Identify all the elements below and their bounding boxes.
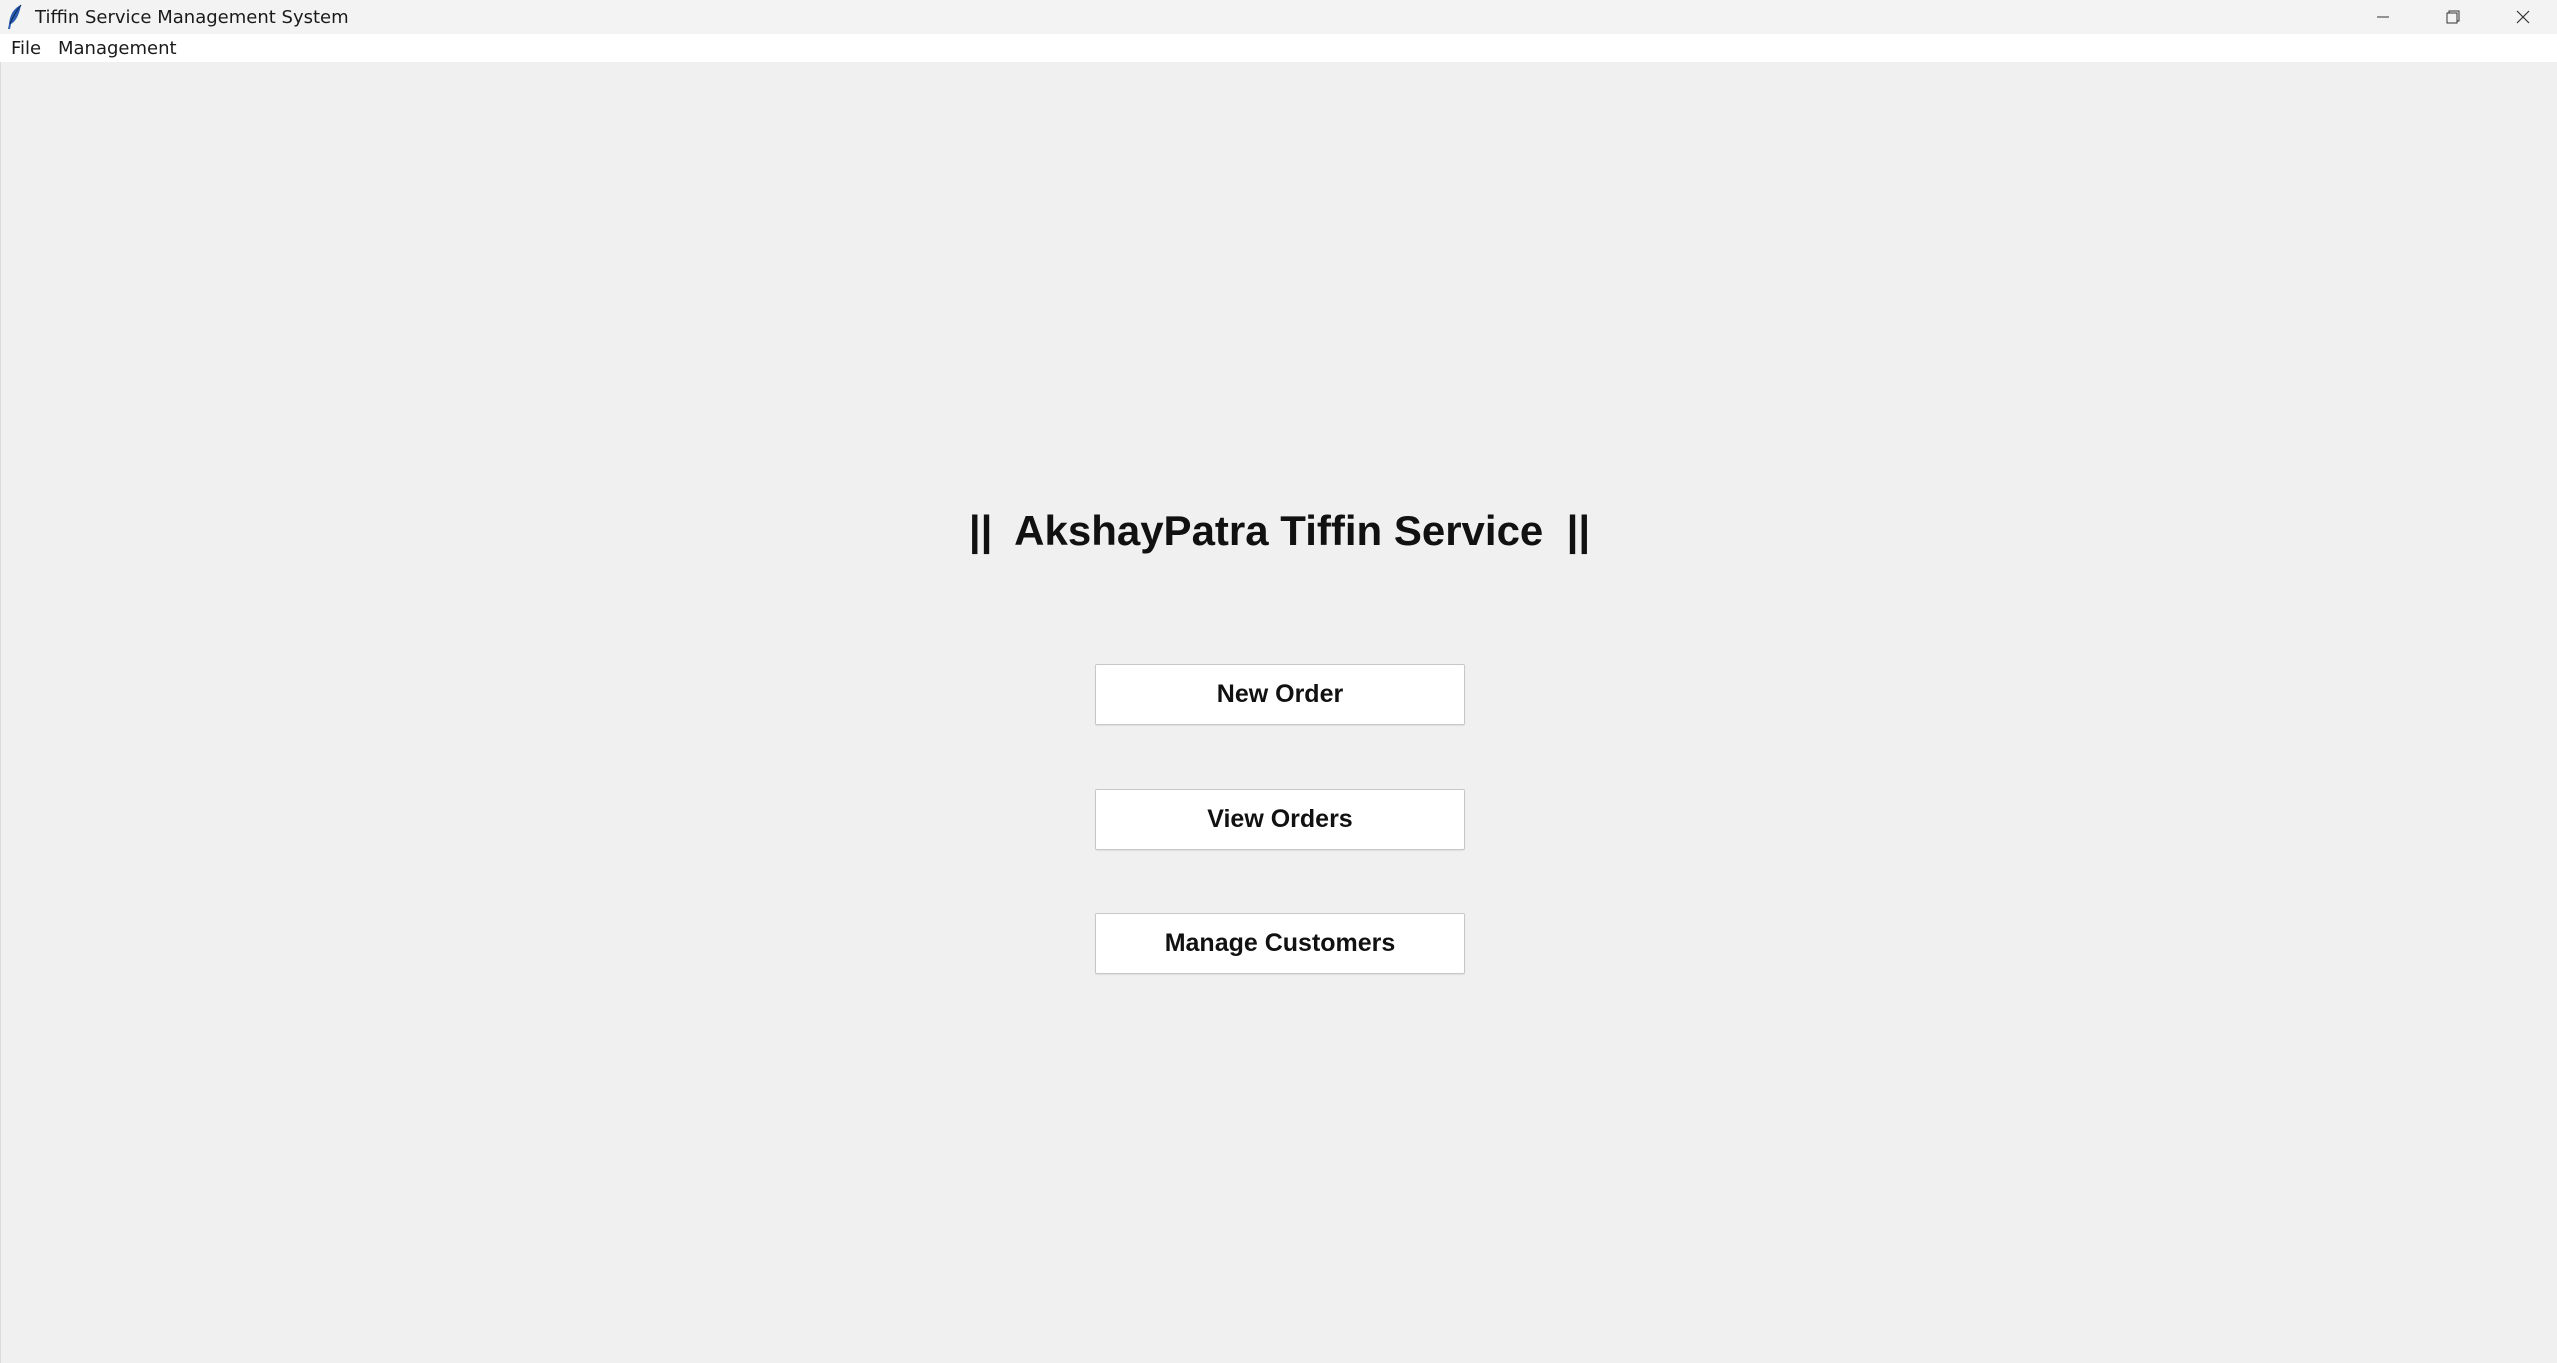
feather-icon [5,4,25,30]
restore-button[interactable] [2418,0,2488,34]
close-icon [2515,9,2531,25]
minimize-icon [2375,9,2391,25]
app-window: Tiffin Service Management System File Ma… [0,0,2557,1363]
page-title: || AkshayPatra Tiffin Service || [968,507,1591,554]
close-button[interactable] [2488,0,2557,34]
manage-customers-button[interactable]: Manage Customers [1095,913,1465,974]
main-panel: || AkshayPatra Tiffin Service || New Ord… [0,62,2557,1363]
title-bar[interactable]: Tiffin Service Management System [0,0,2557,34]
minimize-button[interactable] [2348,0,2418,34]
menu-management[interactable]: Management [54,38,181,59]
new-order-button[interactable]: New Order [1095,664,1465,725]
restore-icon [2445,9,2461,25]
menu-file[interactable]: File [7,38,45,59]
view-orders-button[interactable]: View Orders [1095,789,1465,850]
window-title: Tiffin Service Management System [35,7,349,28]
menu-bar: File Management [0,34,2557,62]
